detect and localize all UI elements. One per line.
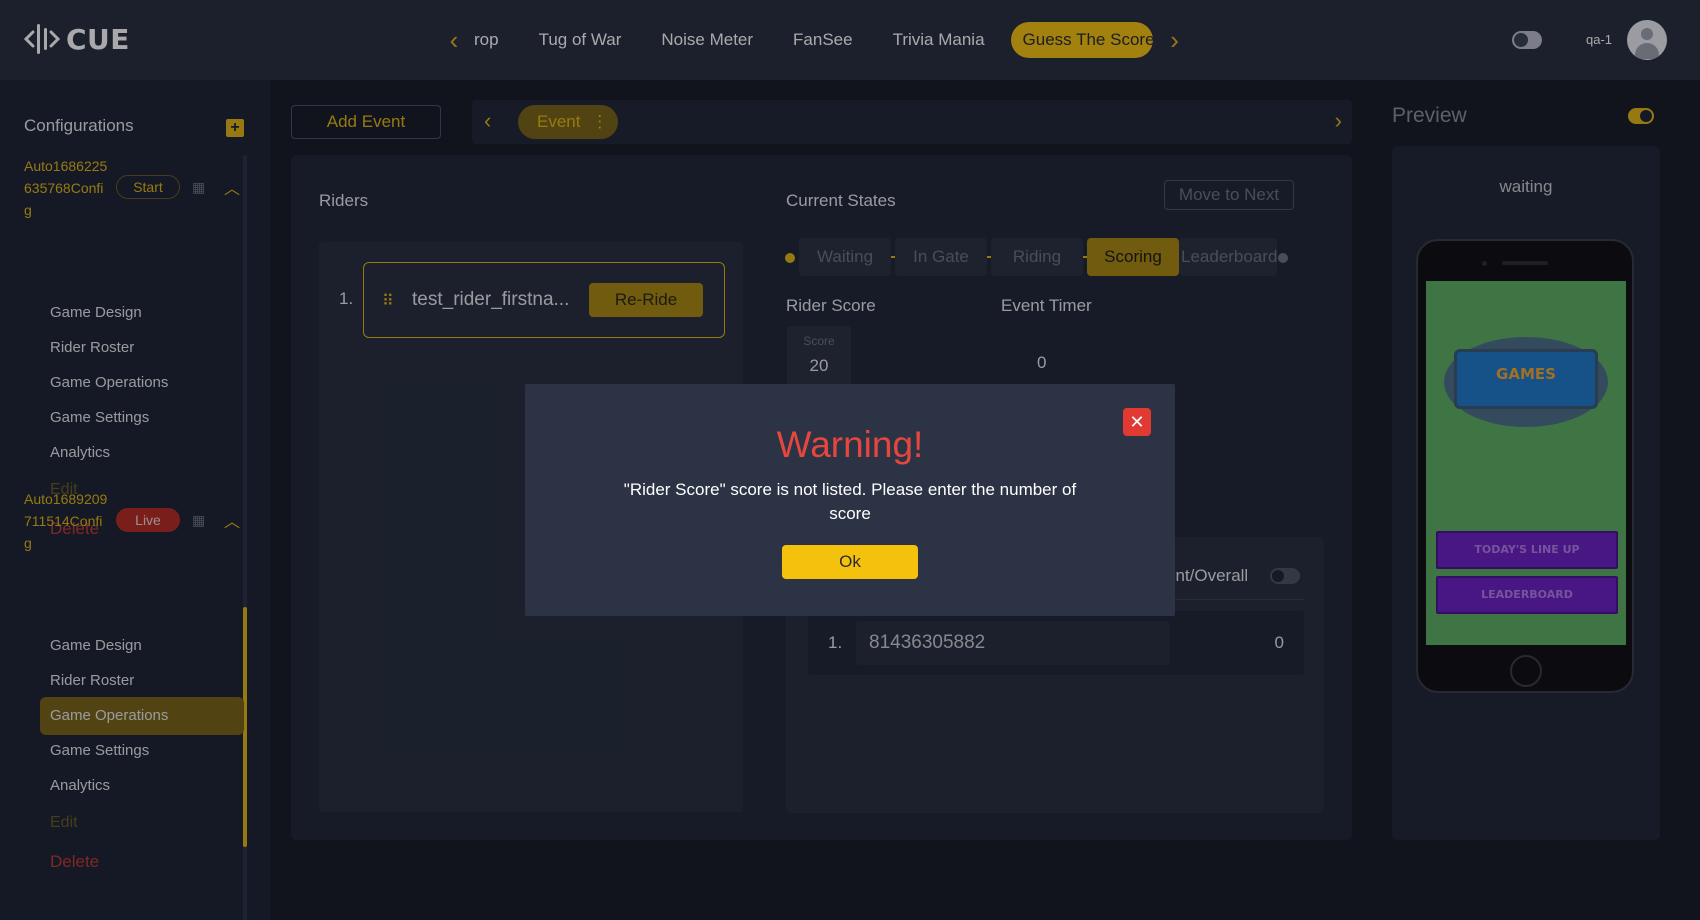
warning-dialog: ✕ Warning! "Rider Score" score is not li… [525, 384, 1175, 616]
warning-message: "Rider Score" score is not listed. Pleas… [623, 480, 1077, 523]
warning-title: Warning! [776, 424, 924, 465]
ok-button[interactable]: Ok [782, 545, 918, 579]
